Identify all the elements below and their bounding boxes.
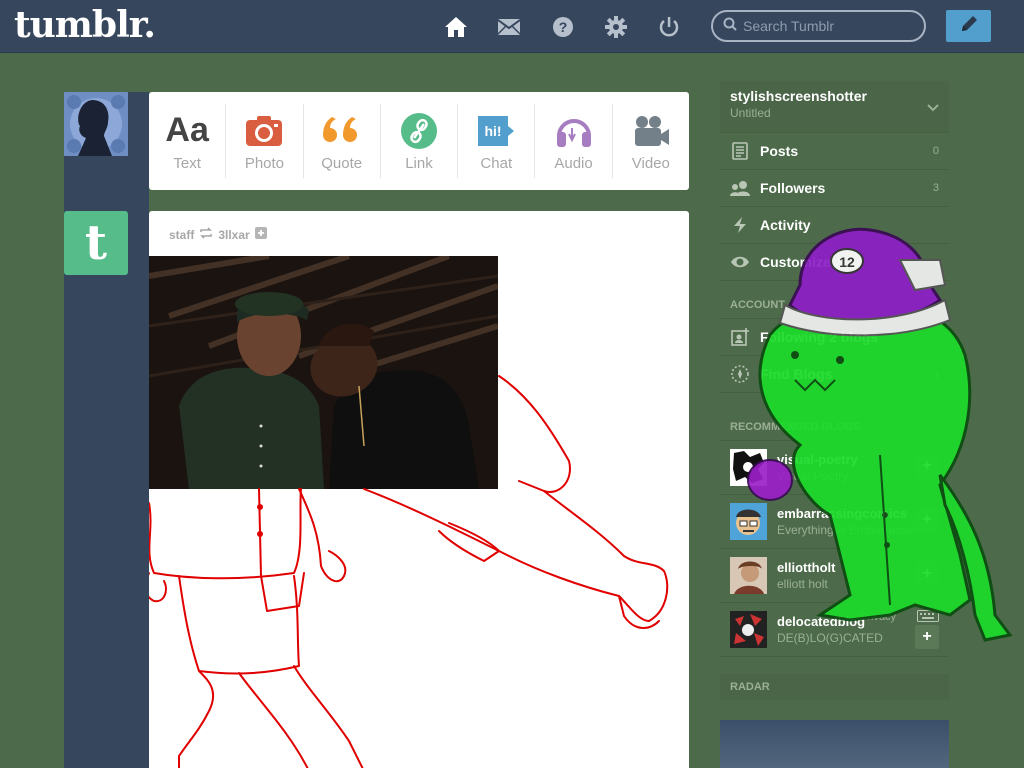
tumblr-logo[interactable]: tumblr. xyxy=(14,4,156,46)
post-type-label: Video xyxy=(631,154,670,172)
radar-section-title: RADAR xyxy=(720,674,949,700)
blog-name[interactable]: visual-poetry xyxy=(777,452,915,467)
help-icon[interactable]: ? xyxy=(550,14,576,40)
chevron-down-icon[interactable] xyxy=(927,99,939,117)
sidebar-item-posts[interactable]: Posts 0 xyxy=(720,133,949,170)
post-type-label: Quote xyxy=(321,154,363,172)
inbox-icon[interactable] xyxy=(496,14,522,40)
eye-icon xyxy=(730,252,750,272)
blog-header[interactable]: stylishscreenshotter Untitled xyxy=(720,81,949,133)
blog-avatar[interactable] xyxy=(730,557,767,594)
dashboard-post: staff 3llxar xyxy=(149,211,689,768)
post-type-link[interactable]: Link xyxy=(381,104,459,178)
top-header: tumblr. ? xyxy=(0,0,1024,53)
sidebar-item-label: Activity xyxy=(760,217,811,233)
blog-name[interactable]: elliottholt xyxy=(777,560,915,575)
follow-button[interactable]: + xyxy=(915,454,939,478)
post-type-label: Link xyxy=(405,154,433,172)
post-type-photo[interactable]: Photo xyxy=(226,104,304,178)
logout-icon[interactable] xyxy=(656,14,682,40)
text-icon: Aa xyxy=(165,111,209,149)
post-type-chat[interactable]: hi! Chat xyxy=(458,104,536,178)
compass-icon xyxy=(730,364,750,384)
user-avatar[interactable] xyxy=(64,92,128,156)
svg-text:?: ? xyxy=(559,19,568,35)
staff-avatar[interactable]: t xyxy=(64,211,128,275)
dashboard-rail xyxy=(64,92,149,768)
follow-button[interactable]: + xyxy=(915,508,939,532)
blog-description: elliott holt xyxy=(777,577,828,591)
blog-avatar[interactable] xyxy=(730,449,767,486)
follow-button[interactable]: + xyxy=(915,562,939,586)
blog-avatar[interactable] xyxy=(730,503,767,540)
search-icon xyxy=(723,17,737,36)
posts-icon xyxy=(730,141,750,161)
pencil-icon xyxy=(959,14,979,39)
sidebar: stylishscreenshotter Untitled Posts 0 Fo… xyxy=(720,81,949,657)
privacy-link[interactable]: Privacy xyxy=(860,611,896,623)
recommended-section-title: RECOMMENDED BLOGS xyxy=(720,413,949,441)
blog-description: DE(B)LO(G)CATED xyxy=(777,631,883,645)
search-box[interactable] xyxy=(711,10,926,42)
recommended-blog[interactable]: embarrassingcomics Everything is Embarra… xyxy=(720,495,949,549)
sidebar-item-label: Customize xyxy=(760,254,831,270)
post-type-audio[interactable]: Audio xyxy=(535,104,613,178)
video-camera-icon xyxy=(632,111,670,151)
post-type-video[interactable]: Video xyxy=(613,104,689,178)
sidebar-item-label: Posts xyxy=(760,143,799,159)
chevron-right-icon: › xyxy=(934,366,939,382)
post-type-quote[interactable]: Quote xyxy=(304,104,381,178)
recommended-blog[interactable]: elliottholt elliott holt + xyxy=(720,549,949,603)
blog-description: Everything is Embarrassing xyxy=(777,523,915,537)
chevron-right-icon: › xyxy=(934,254,939,270)
blog-name[interactable]: stylishscreenshotter xyxy=(730,88,939,104)
recommended-blog[interactable]: delocatedblog DE(B)LO(G)CATED Privacy + xyxy=(720,603,949,657)
posts-count: 0 xyxy=(932,145,939,157)
blog-avatar[interactable] xyxy=(730,611,767,648)
blog-description: Visual-Poetry xyxy=(777,469,849,483)
headphones-icon xyxy=(555,111,593,151)
sidebar-item-label: Following 2 blogs xyxy=(760,329,879,345)
sidebar-item-activity[interactable]: Activity xyxy=(720,207,949,244)
blog-name[interactable]: embarrassingcomics xyxy=(777,506,915,521)
followers-count: 3 xyxy=(932,182,939,194)
followers-icon xyxy=(730,178,750,198)
post-type-label: Text xyxy=(173,154,201,172)
link-icon xyxy=(400,111,438,151)
tumblr-t-icon: t xyxy=(84,215,108,271)
radar-image[interactable] xyxy=(720,720,949,768)
following-icon xyxy=(730,327,750,347)
search-input[interactable] xyxy=(743,18,913,34)
post-type-label: Photo xyxy=(244,154,285,172)
blog-subtitle: Untitled xyxy=(730,106,771,120)
sidebar-item-following[interactable]: Following 2 blogs xyxy=(720,319,949,356)
home-icon[interactable] xyxy=(443,14,469,40)
post-type-label: Chat xyxy=(480,154,513,172)
activity-icon xyxy=(730,215,750,235)
sidebar-item-label: Find Blogs xyxy=(760,366,833,382)
chat-icon: hi! xyxy=(476,111,516,151)
plus-icon: + xyxy=(922,628,932,645)
quote-icon xyxy=(322,111,362,151)
compose-button[interactable] xyxy=(946,10,991,42)
plus-icon: + xyxy=(922,457,932,474)
svg-text:hi!: hi! xyxy=(485,123,502,139)
plus-icon: + xyxy=(922,511,932,528)
sidebar-item-followers[interactable]: Followers 3 xyxy=(720,170,949,207)
red-line-drawing xyxy=(149,375,669,768)
sidebar-item-customize[interactable]: Customize › xyxy=(720,244,949,281)
sidebar-item-find-blogs[interactable]: Find Blogs › xyxy=(720,356,949,393)
post-type-text[interactable]: Aa Text xyxy=(149,104,227,178)
plus-icon: + xyxy=(922,565,932,582)
settings-icon[interactable] xyxy=(603,14,629,40)
post-type-label: Audio xyxy=(554,154,593,172)
camera-icon xyxy=(245,111,283,151)
post-type-bar: Aa Text Photo Quote Link hi! Chat Audio xyxy=(149,92,689,190)
account-section-title: ACCOUNT xyxy=(720,291,949,319)
sidebar-item-label: Followers xyxy=(760,180,826,196)
follow-button[interactable]: + xyxy=(915,625,939,649)
recommended-blog[interactable]: visual-poetry Visual-Poetry + xyxy=(720,441,949,495)
